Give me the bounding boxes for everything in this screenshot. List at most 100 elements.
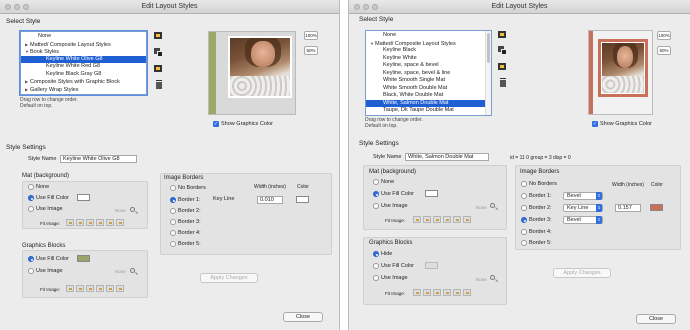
border-1-radio[interactable]: Border 1: — [170, 197, 201, 203]
style-list-item[interactable]: Keyline Black Gray G8 — [21, 71, 146, 79]
graphics-image-radio[interactable]: Use Image — [28, 268, 63, 274]
mat-none-radio[interactable]: None — [28, 184, 49, 190]
graphics-fit-image-label: Fit Image: — [40, 287, 61, 292]
style-list-scrollbar[interactable] — [485, 31, 491, 115]
graphics-fit-image-buttons[interactable] — [413, 289, 471, 296]
close-button[interactable]: Close — [636, 314, 676, 324]
style-list[interactable]: None ▼Matted/ Composite Layout Styles Keyl… — [365, 30, 492, 116]
graphics-hide-radio[interactable]: Hide — [373, 251, 392, 257]
style-list-item[interactable]: None — [366, 32, 485, 40]
style-list-item-label: Keyline White Red G8 — [46, 63, 101, 69]
style-list-item[interactable]: Keyline White Olive G8 — [21, 55, 146, 63]
style-list-item[interactable]: Taupe, Dk Taupe Double Mat — [366, 107, 485, 115]
style-list-item[interactable]: Tan, Brown Double Mat — [366, 115, 485, 116]
edit-layout-styles-window-right: Edit Layout Styles Select Style None ▼Mat… — [348, 0, 690, 330]
mat-fill-swatch[interactable] — [77, 194, 90, 201]
border-1-color-swatch[interactable] — [296, 196, 309, 203]
mat-image-radio[interactable]: Use Image — [28, 206, 63, 212]
edit-style-icon[interactable] — [154, 64, 163, 73]
border-5-radio[interactable]: Border 5: — [170, 241, 201, 247]
style-ids-readout: id = 11 0 group = 3 disp = 0 — [510, 155, 571, 161]
style-list-item[interactable]: Keyline White — [366, 55, 485, 63]
mat-fit-image-buttons[interactable] — [413, 216, 471, 223]
mat-image-none: None — [115, 208, 126, 213]
style-list-item-label: Matted/ Composite Layout Styles — [30, 41, 111, 48]
mat-image-search-icon[interactable] — [130, 207, 135, 212]
border-4-radio[interactable]: Border 4: — [170, 230, 201, 236]
image-borders-heading: Image Borders — [164, 175, 204, 181]
border-4-radio[interactable]: Border 4: — [521, 229, 552, 235]
mat-fill-swatch[interactable] — [425, 190, 438, 197]
border-5-radio[interactable]: Border 5: — [521, 240, 552, 246]
graphics-fit-image-buttons[interactable] — [66, 285, 124, 292]
border-1-type-select[interactable]: Bevel ⇕ — [563, 192, 603, 200]
border-2-width-input[interactable]: 0.157 — [615, 204, 641, 212]
style-name-input[interactable]: Keyline White Olive G8 — [60, 155, 137, 163]
mat-fill-color-radio[interactable]: Use Fill Color — [28, 195, 69, 201]
style-list-item[interactable]: Keyline Black — [366, 47, 485, 55]
apply-changes-button[interactable]: Apply Changes — [553, 268, 611, 278]
zoom-100-button[interactable]: 100% — [657, 31, 671, 40]
zoom-100-button[interactable]: 100% — [304, 31, 318, 40]
style-list-item[interactable]: ▶ Gallery Wrap Styles — [21, 86, 146, 94]
trash-icon[interactable] — [499, 78, 508, 87]
close-button[interactable]: Close — [283, 312, 323, 322]
style-list-item[interactable]: White Smooth Single Mat — [366, 77, 485, 85]
style-list-item[interactable]: ▼Matted/ Composite Layout Styles — [366, 40, 485, 48]
border-3-radio[interactable]: Border 3: — [521, 217, 552, 223]
style-list-item[interactable]: None — [21, 33, 146, 41]
apply-changes-button[interactable]: Apply Changes — [200, 273, 258, 283]
graphics-fill-color-radio[interactable]: Use Fill Color — [28, 256, 69, 262]
new-style-icon[interactable] — [498, 30, 507, 39]
graphics-fill-color-radio[interactable]: Use Fill Color — [373, 263, 414, 269]
show-graphics-color-checkbox[interactable]: ✓ Show Graphics Color — [213, 121, 273, 127]
mat-image-radio[interactable]: Use Image — [373, 203, 408, 209]
style-settings-heading: Style Settings — [6, 144, 46, 151]
style-list-item[interactable]: ▶ Matted/ Composite Layout Styles — [21, 41, 146, 49]
duplicate-style-icon[interactable] — [154, 48, 163, 57]
border-1-type-select[interactable]: Key Line — [210, 196, 250, 204]
border-3-radio[interactable]: Border 3: — [170, 219, 201, 225]
style-list-item-label: Keyline White Olive G8 — [46, 55, 103, 62]
style-list-item[interactable]: White, Salmon Double Mat — [366, 99, 485, 107]
color-column-label: Color — [297, 184, 309, 190]
duplicate-style-icon[interactable] — [498, 46, 507, 55]
style-list-item[interactable]: Keyline, space, bevel & line — [366, 70, 485, 78]
mat-image-search-icon[interactable] — [490, 203, 495, 208]
mat-fit-image-buttons[interactable] — [66, 219, 124, 226]
graphics-image-radio[interactable]: Use Image — [373, 275, 408, 281]
graphics-fit-image-label: Fit Image: — [385, 291, 406, 296]
border-3-type-select[interactable]: Bevel ⇕ — [563, 216, 603, 224]
style-list-item[interactable]: Keyline White Red G8 — [21, 63, 146, 71]
style-list-item[interactable]: Keyline, space & bevel — [366, 62, 485, 70]
graphics-fill-swatch[interactable] — [425, 262, 438, 269]
mat-fit-image-label: Fit Image: — [385, 218, 406, 223]
border-2-color-swatch[interactable] — [650, 204, 663, 211]
style-list-item[interactable]: White Smooth Double Mat — [366, 85, 485, 93]
mat-none-radio[interactable]: None — [373, 179, 394, 185]
graphics-image-search-icon[interactable] — [490, 275, 495, 280]
mat-fill-color-radio[interactable]: Use Fill Color — [373, 191, 414, 197]
zoom-50-button[interactable]: 50% — [657, 46, 671, 55]
border-2-radio[interactable]: Border 2: — [521, 205, 552, 211]
no-borders-radio[interactable]: No Borders — [521, 181, 557, 187]
select-style-heading: Select Style — [359, 16, 394, 23]
style-name-input[interactable]: White, Salmon Double Mat — [405, 153, 489, 161]
style-list-item[interactable]: ▼Book Styles — [21, 48, 146, 56]
trash-icon[interactable] — [155, 80, 164, 89]
graphics-fill-swatch[interactable] — [77, 255, 90, 262]
no-borders-radio[interactable]: No Borders — [170, 185, 206, 191]
border-2-radio[interactable]: Border 2: — [170, 208, 201, 214]
style-list-item[interactable]: Black, White Double Mat — [366, 92, 485, 100]
show-graphics-color-checkbox[interactable]: ✓ Show Graphics Color — [592, 121, 652, 127]
border-2-type-select[interactable]: Key Line ⇕ — [563, 204, 603, 212]
graphics-image-search-icon[interactable] — [130, 268, 135, 273]
edit-style-icon[interactable] — [498, 62, 507, 71]
zoom-50-button[interactable]: 50% — [304, 46, 318, 55]
border-1-width-input[interactable]: 0.010 — [257, 196, 283, 204]
style-list-item-label: Tan, Brown Double Mat — [383, 115, 440, 116]
border-1-radio[interactable]: Border 1: — [521, 193, 552, 199]
new-style-icon[interactable] — [154, 31, 163, 40]
style-list[interactable]: None ▶ Matted/ Composite Layout Styles ▼Boo… — [20, 31, 147, 95]
style-list-item[interactable]: ▶ Composite Styles with Graphic Block — [21, 78, 146, 86]
